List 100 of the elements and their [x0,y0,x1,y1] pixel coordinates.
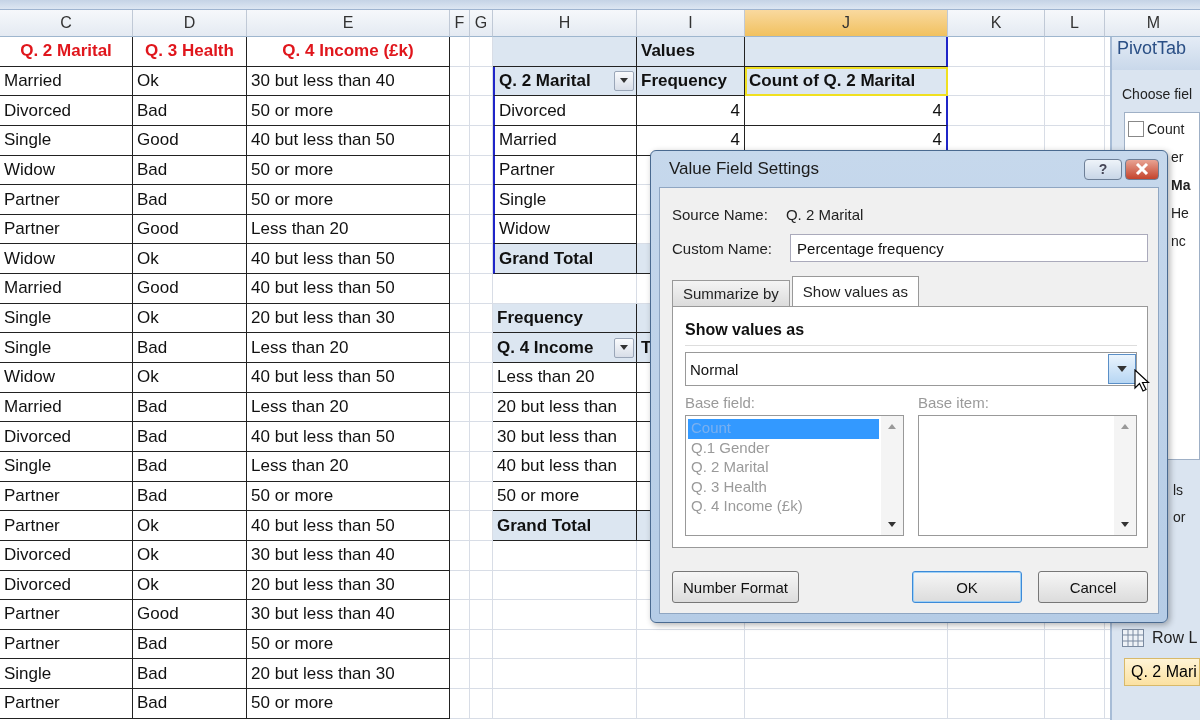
table-cell: Bad [133,333,247,364]
field-name[interactable]: He [1171,205,1189,221]
area-label: ls [1173,482,1184,500]
field-label: Q. 2 Marital [499,70,591,91]
pivot-row-label: Partner [493,155,637,186]
checkbox[interactable] [1128,121,1144,137]
table-cell: Ok [133,511,247,541]
table-cell: Ok [133,66,247,97]
table-cell: 50 or more [247,629,450,660]
column-letter[interactable]: K [948,10,1045,37]
table-cell: 50 or more [247,155,450,186]
caret-icon [1117,366,1127,372]
dialog-tab[interactable]: Summarize by [672,280,790,306]
pivot-header: Frequency [493,303,637,334]
table-cell: 30 but less than 40 [247,66,450,97]
column-letter[interactable]: E [247,10,450,37]
column-letter[interactable]: M [1105,10,1200,37]
pivot-header: Count of Q. 2 Marital [745,66,948,97]
table-cell: Partner [0,689,133,719]
pivot-row-label: 40 but less than [493,451,637,482]
grid-icon [1122,629,1144,647]
table-cell: Ok [133,303,247,334]
caret-icon [1121,522,1129,527]
table-cell: Married [0,274,133,304]
column-letter[interactable]: L [1045,10,1105,37]
custom-name-label: Custom Name: [672,239,773,257]
table-cell: Partner [0,511,133,541]
base-item-list[interactable] [918,415,1137,536]
table-cell: Partner [0,214,133,245]
table-cell: Good [133,274,247,304]
column-letter[interactable]: D [133,10,247,37]
pivot-header: Values [637,37,745,67]
table-cell: Widow [0,244,133,275]
table-cell: Divorced [0,422,133,452]
dialog-button[interactable]: OK [912,571,1022,603]
column-letter[interactable]: G [470,10,493,37]
grand-total-label: Grand Total [493,511,637,541]
table-cell: Less than 20 [247,451,450,482]
table-cell: Widow [0,363,133,393]
table-cell: Bad [133,392,247,423]
close-icon [1135,163,1149,175]
dialog-button[interactable]: Number Format [672,571,800,603]
table-cell: Good [133,214,247,245]
area-label: or [1173,509,1186,527]
table-cell: Widow [0,155,133,186]
table-cell: 30 but less than 40 [247,540,450,571]
table-cell: Less than 20 [247,214,450,245]
column-letter[interactable]: J [745,10,948,37]
filter-button[interactable] [614,337,634,358]
table-cell: 50 or more [247,96,450,126]
table-cell: 50 or more [247,481,450,512]
caret-icon [888,424,896,429]
table-cell: Single [0,125,133,156]
table-cell: Divorced [0,96,133,126]
dialog-tab[interactable]: Show values as [791,276,919,306]
column-letter[interactable]: F [450,10,470,37]
table-cell: Ok [133,570,247,601]
pivot-value: 4 [637,96,745,126]
field-name[interactable]: er [1171,149,1184,165]
table-cell: Partner [0,600,133,630]
table-cell: 40 but less than 50 [247,125,450,156]
filter-button[interactable] [614,70,634,91]
column-heading: Q. 3 Health [133,37,247,67]
column-letter[interactable]: C [0,10,133,37]
table-cell: Divorced [0,540,133,571]
table-cell: 20 but less than 30 [247,659,450,690]
close-button[interactable] [1125,158,1159,180]
source-name-label: Source Name: [672,205,768,223]
table-cell: Less than 20 [247,333,450,364]
pivot-row-label: Less than 20 [493,363,637,393]
table-cell: Bad [133,155,247,186]
table-cell: Partner [0,481,133,512]
table-cell: Good [133,125,247,156]
help-button[interactable]: ? [1084,158,1122,180]
panel-prompt: Choose fiel [1121,85,1194,104]
caret-icon [620,78,628,84]
caret-icon [1121,424,1129,429]
base-item-label: Base item: [918,394,990,411]
pivot-header: Frequency [637,66,745,97]
table-cell: 20 but less than 30 [247,303,450,334]
base-field-label: Base field: [685,394,757,411]
dropdown-button[interactable] [1108,354,1136,384]
field-name[interactable]: Ma [1171,177,1191,193]
table-cell: 20 but less than 30 [247,570,450,601]
table-cell: 30 but less than 40 [247,600,450,630]
field-name[interactable]: Count [1147,121,1185,137]
table-cell: Ok [133,363,247,393]
table-cell: Partner [0,185,133,215]
pivot-row-label: Divorced [493,96,637,126]
row-field-chip[interactable]: Q. 2 Mari [1124,658,1200,686]
column-heading: Q. 2 Marital [0,37,133,67]
custom-name-field[interactable]: Percentage frequency [790,234,1148,262]
field-label: Q. 4 Income [497,337,594,358]
source-name-value: Q. 2 Marital [785,205,864,223]
dialog-button[interactable]: Cancel [1038,571,1148,603]
column-letter[interactable]: H [493,10,637,37]
field-name[interactable]: nc [1171,233,1186,249]
table-cell: Bad [133,659,247,690]
table-cell: Single [0,659,133,690]
column-letter[interactable]: I [637,10,745,37]
